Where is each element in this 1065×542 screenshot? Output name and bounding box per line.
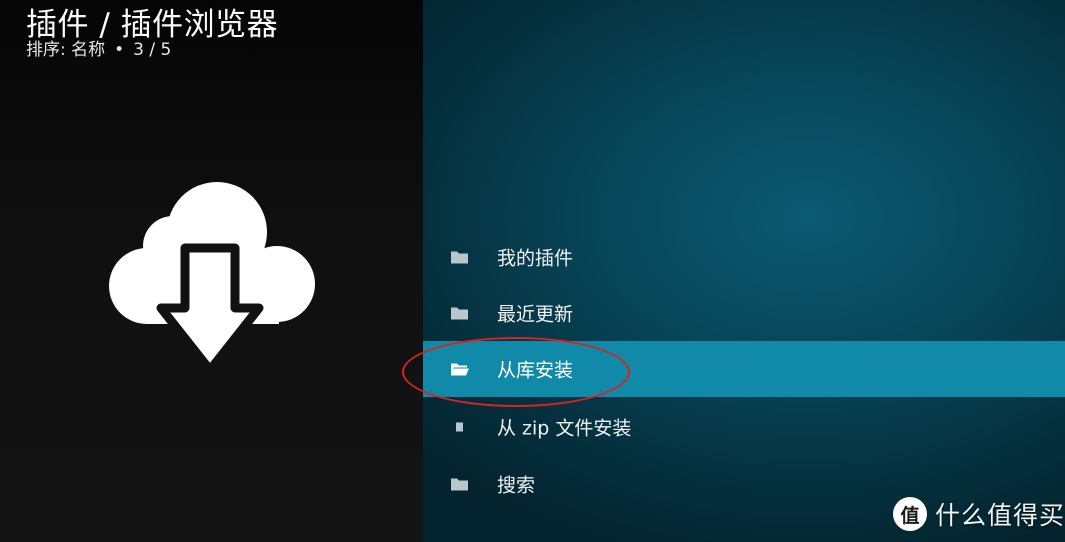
- header: 插件 / 插件浏览器 排序: 名称 • 3 / 5: [26, 6, 278, 59]
- menu-item-recently-updated[interactable]: 最近更新: [423, 285, 1065, 341]
- cloud-download-icon: [109, 182, 315, 375]
- addon-browser-screen: 插件 / 插件浏览器 排序: 名称 • 3 / 5 我的插件 最近更新 从库安装…: [0, 0, 1065, 542]
- folder-open-icon: [451, 363, 469, 376]
- item-position: 3 / 5: [133, 40, 172, 60]
- menu-item-install-from-zip[interactable]: 从 zip 文件安装: [423, 399, 1065, 455]
- menu-item-label: 从 zip 文件安装: [497, 417, 632, 440]
- menu-item-label: 我的插件: [497, 247, 574, 270]
- file-icon: [456, 422, 463, 432]
- separator-dot: •: [114, 40, 125, 60]
- menu-item-install-from-repository[interactable]: 从库安装: [423, 341, 1065, 397]
- menu-item-label: 搜索: [497, 474, 536, 497]
- page-title: 插件 / 插件浏览器: [26, 7, 279, 43]
- folder-icon: [451, 478, 468, 491]
- addon-menu: 我的插件 最近更新 从库安装 从 zip 文件安装 搜索: [423, 0, 1065, 542]
- logo-glyph: 值: [900, 504, 920, 527]
- watermark: 值 什么值得买: [893, 494, 1065, 534]
- watermark-text: 什么值得买: [935, 501, 1065, 530]
- menu-item-label: 最近更新: [497, 303, 574, 326]
- folder-icon: [451, 307, 468, 320]
- smzdm-logo-icon: 值: [893, 497, 927, 531]
- folder-icon: [451, 251, 468, 264]
- sort-label[interactable]: 排序: 名称: [26, 40, 105, 60]
- menu-item-my-addons[interactable]: 我的插件: [423, 229, 1065, 285]
- menu-item-label: 从库安装: [497, 359, 574, 382]
